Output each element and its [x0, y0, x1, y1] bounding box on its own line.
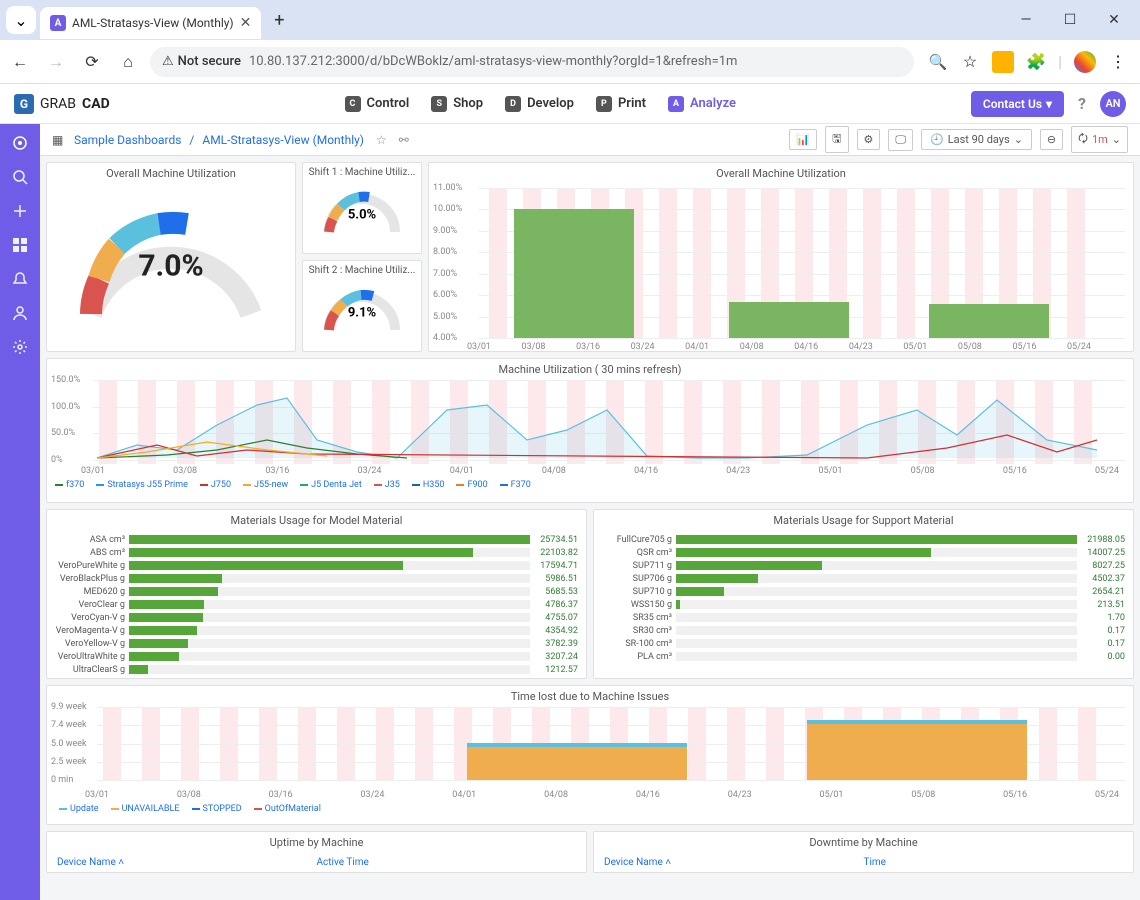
print-icon: P — [596, 96, 612, 112]
nav-analyze[interactable]: AAnalyze — [668, 96, 736, 112]
contact-us-button[interactable]: Contact Us ▾ — [971, 91, 1064, 117]
address-bar[interactable]: ⚠ Not secure 10.80.137.212:3000/d/bDcWBo… — [150, 47, 914, 77]
dashboard-grid-icon[interactable]: ▦ — [52, 133, 66, 147]
shift2-gauge-value: 9.1% — [348, 306, 376, 321]
app-logo[interactable]: G GRABCAD — [14, 94, 110, 114]
add-panel-button[interactable]: 📊 — [789, 129, 817, 150]
url-text: 10.80.137.212:3000/d/bDcWBoklz/aml-strat… — [249, 54, 737, 69]
sidebar-dashboards-icon[interactable] — [11, 236, 29, 254]
browser-tab-strip: ⌄ A AML-Stratasys-View (Monthly) ✕ + — ☐… — [0, 0, 1140, 40]
zoom-icon[interactable]: 🔍 — [928, 52, 948, 72]
window-close-button[interactable]: ✕ — [1094, 12, 1134, 28]
overall-util-bar-chart: 4.00%5.00%6.00%7.00%8.00%9.00%10.00%11.0… — [429, 184, 1133, 352]
breadcrumb-leaf[interactable]: AML-Stratasys-View (Monthly) — [202, 133, 364, 147]
browser-menu-icon[interactable]: ⋮ — [1108, 52, 1128, 72]
nav-shop[interactable]: SShop — [431, 96, 483, 112]
browser-toolbar: ← → ⟳ ⌂ ⚠ Not secure 10.80.137.212:3000/… — [0, 40, 1140, 84]
not-secure-badge: ⚠ Not secure — [162, 54, 241, 69]
settings-button[interactable]: ⚙ — [857, 129, 881, 150]
uptime-col-device[interactable]: Device Name ˄ — [57, 857, 317, 868]
nav-print[interactable]: PPrint — [596, 96, 646, 112]
panel-materials-support[interactable]: Materials Usage for Support Material Ful… — [593, 509, 1134, 679]
panel-shift1-gauge[interactable]: Shift 1 : Machine Utiliz... 5.0% — [302, 162, 422, 254]
tab-title: AML-Stratasys-View (Monthly) — [72, 16, 234, 30]
user-avatar[interactable]: AN — [1100, 91, 1126, 117]
new-tab-button[interactable]: + — [265, 10, 293, 31]
nav-develop[interactable]: DDevelop — [505, 96, 574, 112]
help-icon[interactable]: ? — [1078, 94, 1086, 113]
panel-downtime-table[interactable]: Downtime by Machine Device Name ˄ Time — [593, 831, 1134, 873]
shift1-gauge-value: 5.0% — [348, 208, 376, 223]
utilization-legend: f370Stratasys J55 PrimeJ750J55-newJ5 Den… — [47, 478, 1133, 492]
materials-model-rows: ASA cm³25734.51ABS cm³22103.82VeroPureWh… — [47, 531, 586, 678]
time-lost-chart: 0 min2.5 week5.0 week7.4 week9.9 week03/… — [47, 707, 1133, 802]
extensions-puzzle-icon[interactable]: 🧩 — [1026, 52, 1046, 72]
tab-close-icon[interactable]: ✕ — [240, 15, 252, 31]
save-button[interactable]: 🖫 — [825, 126, 848, 153]
tv-mode-button[interactable]: 🖵 — [888, 129, 913, 151]
develop-icon: D — [505, 96, 521, 112]
downtime-col-time[interactable]: Time — [864, 857, 1124, 868]
tab-search-button[interactable]: ⌄ — [6, 6, 36, 34]
sidebar-settings-icon[interactable] — [11, 338, 29, 356]
extension-icon[interactable] — [992, 51, 1014, 73]
sidebar-add-icon[interactable] — [11, 202, 29, 220]
panel-utilization-line[interactable]: Machine Utilization ( 30 mins refresh) 0… — [46, 358, 1134, 503]
analyze-icon: A — [668, 96, 684, 112]
share-icon[interactable]: ⚯ — [399, 133, 409, 147]
shop-icon: S — [431, 96, 447, 112]
panel-overall-gauge[interactable]: Overall Machine Utilization 7.0% — [46, 162, 296, 352]
time-range-picker[interactable]: 🕘 Last 90 days ⌄ — [921, 129, 1032, 150]
sidebar-user-icon[interactable] — [11, 304, 29, 322]
breadcrumb-root[interactable]: Sample Dashboards — [74, 133, 181, 147]
grabcad-icon: G — [14, 94, 34, 114]
favorite-star-icon[interactable]: ☆ — [376, 133, 387, 147]
dashboard-toolbar: ▦ Sample Dashboards / AML-Stratasys-View… — [40, 124, 1140, 156]
overall-gauge-value: 7.0% — [138, 249, 203, 284]
back-button[interactable]: ← — [6, 48, 34, 76]
browser-profile-avatar[interactable] — [1074, 51, 1096, 73]
sidebar-home-icon[interactable] — [11, 134, 29, 152]
utilization-line-chart: 0%50.0%100.0%150.0%03/0103/0803/1603/240… — [47, 380, 1133, 478]
window-minimize-button[interactable]: — — [1006, 12, 1046, 28]
downtime-col-device[interactable]: Device Name ˄ — [604, 857, 864, 868]
panel-overall-util-bar[interactable]: Overall Machine Utilization 4.00%5.00%6.… — [428, 162, 1134, 352]
panel-materials-model[interactable]: Materials Usage for Model Material ASA c… — [46, 509, 587, 679]
reload-button[interactable]: ⟳ — [78, 48, 106, 76]
materials-support-rows: FullCure705 g21988.05QSR cm³14007.25SUP7… — [594, 531, 1133, 665]
tab-favicon: A — [50, 15, 66, 31]
sidebar — [0, 124, 40, 900]
control-icon: C — [345, 96, 361, 112]
bookmark-star-icon[interactable]: ☆ — [960, 52, 980, 72]
window-maximize-button[interactable]: ☐ — [1050, 12, 1090, 28]
sidebar-alerts-icon[interactable] — [11, 270, 29, 288]
sidebar-search-icon[interactable] — [11, 168, 29, 186]
panel-shift2-gauge[interactable]: Shift 2 : Machine Utiliz... 9.1% — [302, 260, 422, 352]
app-header: G GRABCAD CControl SShop DDevelop PPrint… — [0, 84, 1140, 124]
time-lost-legend: UpdateUNAVAILABLESTOPPEDOutOfMaterial — [47, 802, 1133, 816]
panel-time-lost[interactable]: Time lost due to Machine Issues 0 min2.5… — [46, 685, 1134, 825]
zoom-out-button[interactable]: ⊖ — [1040, 129, 1063, 150]
home-button[interactable]: ⌂ — [114, 48, 142, 76]
forward-button[interactable]: → — [42, 48, 70, 76]
panel-uptime-table[interactable]: Uptime by Machine Device Name ˄ Active T… — [46, 831, 587, 873]
refresh-button[interactable]: 🗘 1m ⌄ — [1071, 126, 1128, 153]
nav-control[interactable]: CControl — [345, 96, 410, 112]
uptime-col-active[interactable]: Active Time — [317, 857, 577, 868]
browser-tab[interactable]: A AML-Stratasys-View (Monthly) ✕ — [40, 7, 261, 39]
